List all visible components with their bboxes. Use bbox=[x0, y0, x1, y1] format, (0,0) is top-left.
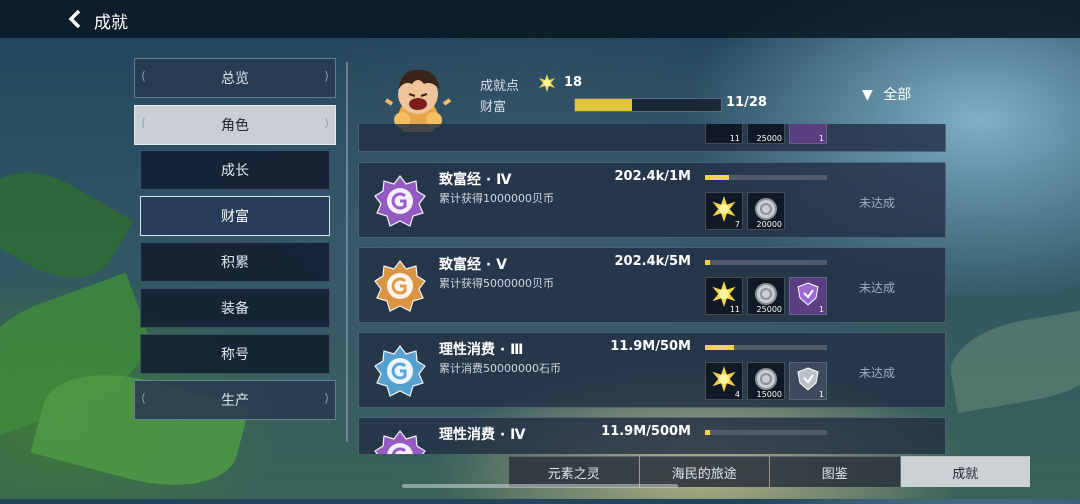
sidebar-item[interactable]: 积累 bbox=[140, 242, 330, 282]
achievement-desc: 累计消费50000000石币 bbox=[439, 362, 561, 375]
reward-count: 25000 bbox=[756, 134, 782, 143]
reward-slot[interactable]: 1 bbox=[789, 362, 827, 400]
achievement-card[interactable]: 理性消费 · Ⅳ 11.9M/500M bbox=[358, 417, 946, 454]
page-title: 成就 bbox=[94, 13, 128, 33]
reward-count: 4 bbox=[734, 390, 740, 399]
reward-slot[interactable]: 25000 bbox=[747, 277, 785, 315]
reward-count: 7 bbox=[734, 220, 740, 229]
reward-slot[interactable]: 4 bbox=[705, 362, 743, 400]
category-progress-bar bbox=[574, 98, 722, 112]
achievement-card[interactable]: 致富经 · Ⅳ 累计获得1000000贝币 202.4k/1M 7 20000 未达成 bbox=[358, 162, 946, 238]
points-label: 成就点 bbox=[480, 79, 520, 94]
achievement-desc: 累计获得5000000贝币 bbox=[439, 277, 554, 290]
sidebar-item[interactable]: 成长 bbox=[140, 150, 330, 190]
status-text: 未达成 bbox=[859, 196, 896, 210]
achievement-card[interactable]: 理性消费 · Ⅲ 累计消费50000000石币 11.9M/50M 4 15000 1 未达… bbox=[358, 332, 946, 408]
achievement-name: 致富经 · Ⅳ bbox=[439, 172, 512, 188]
achievement-name: 致富经 · Ⅴ bbox=[439, 257, 507, 273]
sidebar-item-label: 装备 bbox=[221, 301, 249, 317]
sidebar-item-label: 总览 bbox=[221, 71, 249, 87]
achievement-card-partial: 11 25000 1 bbox=[358, 124, 946, 152]
tab[interactable]: 图鉴 bbox=[770, 456, 900, 487]
points-value: 18 bbox=[564, 75, 583, 90]
ornament-icon: ⟨ bbox=[141, 116, 146, 130]
achievement-desc: 累计获得1000000贝币 bbox=[439, 192, 554, 205]
status-text: 未达成 bbox=[859, 281, 896, 295]
reward-slot[interactable]: 15000 bbox=[747, 362, 785, 400]
achievement-emblem-icon bbox=[373, 174, 427, 228]
reward-count: 1 bbox=[818, 134, 824, 143]
achievement-progress-bar bbox=[705, 345, 827, 350]
sidebar-item[interactable]: 角色 ⟨ ⟩ bbox=[134, 105, 336, 145]
achievement-emblem-icon bbox=[373, 344, 427, 398]
back-arrow-icon[interactable] bbox=[66, 8, 86, 30]
triangle-down-icon: ▼ bbox=[862, 87, 873, 103]
achievement-card[interactable]: 致富经 · Ⅴ 累计获得5000000贝币 202.4k/5M 11 25000 1 未达成 bbox=[358, 247, 946, 323]
category-progress-fill bbox=[575, 99, 632, 111]
background-leaf bbox=[944, 306, 1080, 414]
reward-count: 11 bbox=[729, 134, 740, 143]
reward-count: 11 bbox=[729, 305, 740, 314]
reward-slot: 1 bbox=[789, 124, 827, 144]
achievement-progress-bar bbox=[705, 260, 827, 265]
reward-count: 1 bbox=[818, 390, 824, 399]
achievement-emblem-icon bbox=[373, 429, 427, 454]
ornament-icon: ⟨ bbox=[141, 69, 146, 83]
achievement-name: 理性消费 · Ⅳ bbox=[439, 427, 526, 443]
sidebar-item-label: 角色 bbox=[221, 118, 249, 134]
summary-header: 成就点 18 财富 11/28 ▼ 全部 bbox=[360, 58, 948, 138]
sidebar-item-label: 成长 bbox=[221, 163, 249, 179]
reward-slot[interactable]: 7 bbox=[705, 192, 743, 230]
achievement-progress-bar bbox=[705, 430, 827, 435]
reward-slot: 11 bbox=[705, 124, 743, 144]
status-text: 未达成 bbox=[859, 366, 896, 380]
achievement-progress-fill bbox=[705, 430, 710, 435]
divider bbox=[346, 62, 348, 442]
tab[interactable]: 成就 bbox=[900, 456, 1030, 487]
ornament-icon: ⟨ bbox=[141, 391, 146, 405]
ornament-icon: ⟩ bbox=[324, 391, 329, 405]
achievement-progress-fill bbox=[705, 260, 710, 265]
achievement-progress-fill bbox=[705, 345, 735, 350]
sidebar-item[interactable]: 称号 bbox=[140, 334, 330, 374]
tab[interactable]: 元素之灵 bbox=[509, 456, 639, 487]
achievement-progress: 202.4k/1M bbox=[614, 169, 692, 184]
reward-count: 20000 bbox=[756, 220, 782, 229]
achievement-list[interactable]: 11 25000 1 致富经 · Ⅳ 累计获得1000000贝币 202.4k/1M… bbox=[358, 124, 948, 454]
sun-icon bbox=[538, 74, 556, 92]
scrollbar[interactable] bbox=[402, 484, 678, 488]
category-progress-text: 11/28 bbox=[726, 95, 767, 110]
achievement-progress-bar bbox=[705, 175, 827, 180]
filter-label: 全部 bbox=[883, 87, 912, 103]
achievement-progress: 202.4k/5M bbox=[614, 254, 692, 269]
achievement-progress-fill bbox=[705, 175, 730, 180]
ornament-icon: ⟩ bbox=[324, 69, 329, 83]
top-bar: 成就 bbox=[0, 0, 1080, 38]
reward-slot[interactable]: 1 bbox=[789, 277, 827, 315]
category-label: 财富 bbox=[480, 100, 507, 115]
sidebar-item-label: 生产 bbox=[221, 393, 249, 409]
sidebar-item-label: 称号 bbox=[221, 347, 249, 363]
character-avatar bbox=[374, 60, 462, 138]
reward-slot[interactable]: 11 bbox=[705, 277, 743, 315]
sidebar-item[interactable]: 生产 ⟨ ⟩ bbox=[134, 380, 336, 420]
sidebar-item[interactable]: 总览 ⟨ ⟩ bbox=[134, 58, 336, 98]
reward-count: 1 bbox=[818, 305, 824, 314]
sidebar-item[interactable]: 财富 bbox=[140, 196, 330, 236]
achievement-name: 理性消费 · Ⅲ bbox=[439, 342, 524, 358]
achievement-progress: 11.9M/50M bbox=[610, 339, 691, 354]
reward-count: 15000 bbox=[756, 390, 782, 399]
sidebar-item-label: 积累 bbox=[221, 255, 249, 271]
achievement-emblem-icon bbox=[373, 259, 427, 313]
tab[interactable]: 海民的旅途 bbox=[639, 456, 769, 487]
achievement-progress: 11.9M/500M bbox=[601, 424, 691, 439]
bottom-tabs: 元素之灵 海民的旅途 图鉴 成就 bbox=[509, 456, 1031, 487]
filter-dropdown[interactable]: ▼ 全部 bbox=[862, 84, 911, 104]
reward-slot[interactable]: 20000 bbox=[747, 192, 785, 230]
reward-slot: 25000 bbox=[747, 124, 785, 144]
sidebar-item[interactable]: 装备 bbox=[140, 288, 330, 328]
ornament-icon: ⟩ bbox=[324, 116, 329, 130]
reward-count: 25000 bbox=[756, 305, 782, 314]
sidebar-item-label: 财富 bbox=[221, 209, 249, 225]
